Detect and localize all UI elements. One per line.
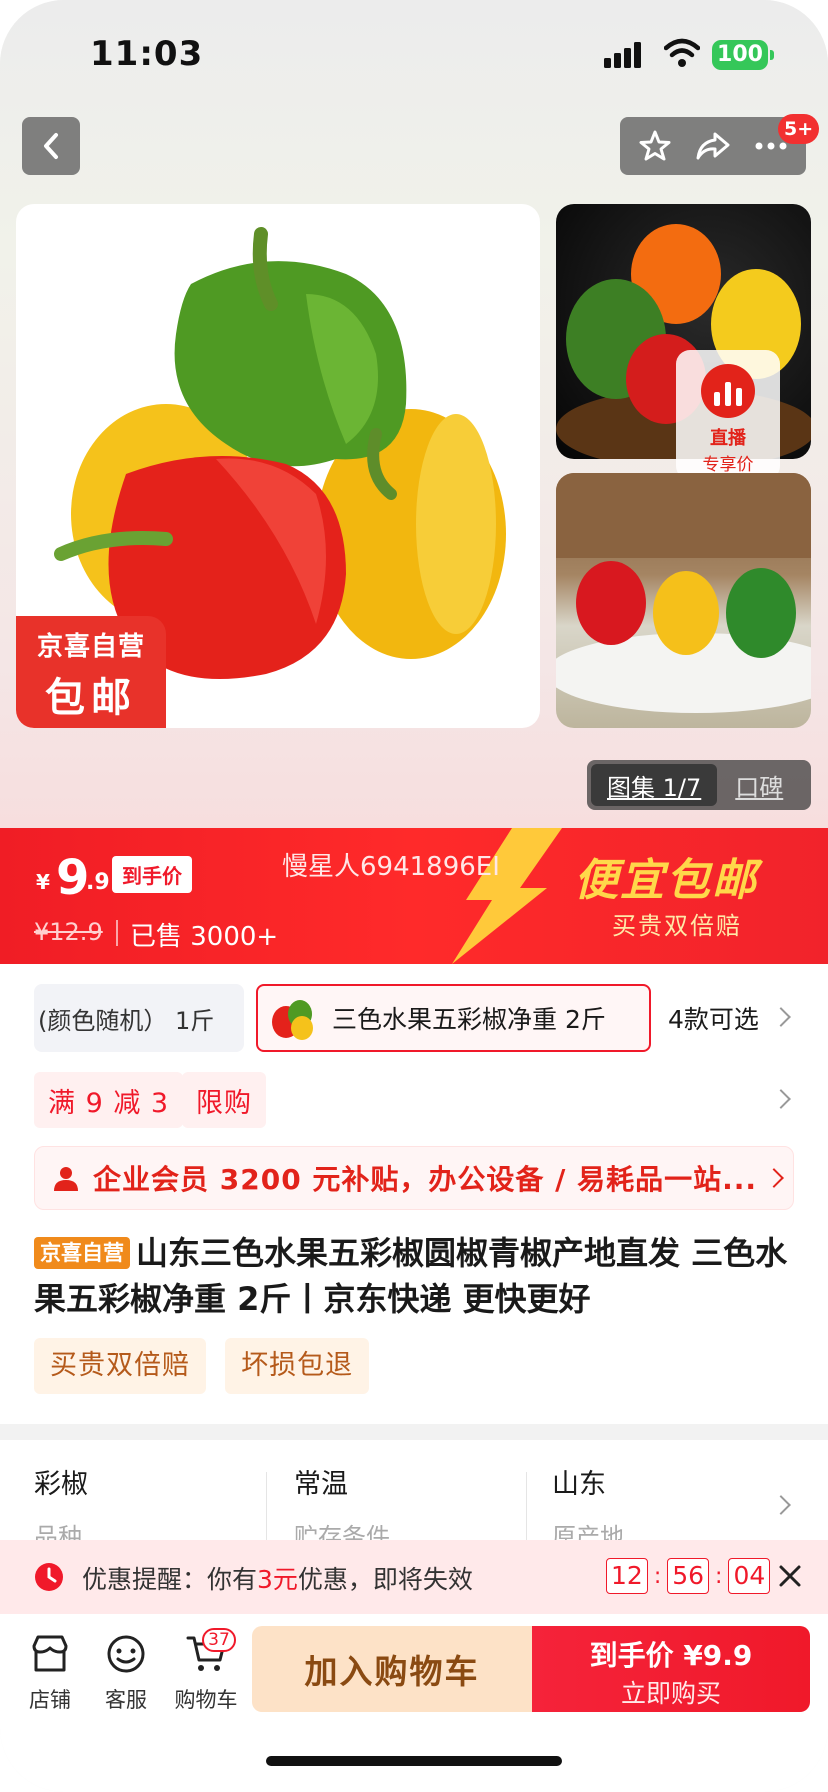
attribute-divider: [526, 1472, 527, 1542]
attribute-storage: 常温 贮存条件: [294, 1462, 390, 1552]
service-tag-damage-return[interactable]: 坏损包退: [225, 1338, 370, 1394]
nav-cart-label: 购物车: [174, 1688, 238, 1712]
enterprise-member-banner[interactable]: 企业会员 3200 元补贴，办公设备 / 易耗品一站...: [34, 1146, 794, 1210]
product-info-card: (颜色随机） 1斤 三色水果五彩椒净重 2斤 4款可选 满 9 减 3 限购 企…: [0, 964, 828, 1424]
coupon-row[interactable]: 满 9 减 3 限购: [0, 1072, 828, 1130]
thumbnail-peppers-plate: [556, 473, 811, 713]
price-decimal: .9: [86, 870, 110, 895]
status-time: 11:03: [90, 34, 204, 74]
attribute-value: 常温: [294, 1469, 348, 1500]
live-icon: [701, 364, 755, 418]
jx-badge-line2: 包邮: [45, 675, 137, 721]
reminder-text: 优惠提醒：你有3元优惠，即将失效: [82, 1560, 473, 1596]
original-price: ¥12.9: [34, 918, 103, 946]
timer-separator: :: [715, 1563, 723, 1589]
price-banner: ¥ 9 .9 到手价 ¥12.9 已售 3000+ 慢星人6941896EI 便…: [0, 828, 828, 964]
product-gallery: 11:03 100 5+ 京喜自营 包邮 直播 专享价 图集 1/7 口碑: [0, 0, 828, 828]
jx-badge-line1: 京喜自营: [36, 632, 145, 662]
coupon-limited[interactable]: 限购: [182, 1072, 266, 1128]
spec-more-options[interactable]: 4款可选: [668, 1000, 759, 1036]
battery-indicator: 100: [712, 40, 774, 70]
promo-title: 便宜包邮: [574, 855, 758, 906]
discount-reminder-bar[interactable]: 优惠提醒：你有3元优惠，即将失效 12 : 56 : 04: [0, 1540, 828, 1614]
product-title-text: 山东三色水果五彩椒圆椒青椒产地直发 三色水果五彩椒净重 2斤丨京东快递 更快更好: [34, 1234, 788, 1318]
reminder-prefix: 优惠提醒：你有: [82, 1565, 258, 1594]
timer-hours: 12: [606, 1558, 648, 1594]
gallery-thumbnail-2[interactable]: [556, 473, 811, 728]
chevron-right-icon: [771, 1007, 791, 1027]
attribute-value: 山东: [552, 1469, 606, 1500]
member-banner-text: 企业会员 3200 元补贴，办公设备 / 易耗品一站...: [93, 1163, 758, 1196]
back-button[interactable]: [22, 117, 80, 175]
share-icon[interactable]: [695, 129, 731, 163]
nav-store[interactable]: 店铺: [12, 1632, 88, 1714]
store-icon: [32, 1635, 68, 1672]
product-title: 京喜自营 山东三色水果五彩椒圆椒青椒产地直发 三色水果五彩椒净重 2斤丨京东快递 …: [34, 1230, 796, 1322]
coupon-full-reduction[interactable]: 满 9 减 3: [34, 1072, 184, 1128]
timer-seconds: 04: [728, 1558, 771, 1594]
nav-customer-service[interactable]: 客服: [88, 1632, 164, 1714]
chevron-right-icon: [764, 1168, 784, 1188]
attribute-variety: 彩椒 品种: [34, 1462, 88, 1552]
countdown-timer: 12 : 56 : 04: [606, 1558, 771, 1594]
attribute-origin: 山东 原产地: [552, 1462, 624, 1552]
spec-option-1[interactable]: (颜色随机） 1斤: [34, 984, 244, 1052]
to-hand-price-label: 到手价: [112, 856, 192, 893]
spec-option-2-selected[interactable]: 三色水果五彩椒净重 2斤: [256, 984, 651, 1052]
live-price-label: 专享价: [702, 455, 754, 475]
person-icon: [54, 1167, 78, 1191]
price-integer: 9: [56, 850, 90, 906]
timer-separator: :: [653, 1563, 662, 1589]
customer-service-icon: [107, 1635, 145, 1673]
reminder-amount: 3元: [257, 1565, 298, 1594]
chevron-right-icon: [771, 1495, 791, 1515]
message-count-badge: 5+: [778, 114, 820, 144]
tab-gallery[interactable]: 图集 1/7: [591, 764, 718, 806]
live-exclusive-price-button[interactable]: 直播 专享价: [676, 350, 780, 480]
price-divider: [116, 920, 118, 946]
chevron-right-icon: [771, 1089, 791, 1109]
more-icon[interactable]: [754, 140, 788, 152]
wifi-icon: [664, 38, 700, 67]
chevron-left-icon: [44, 133, 58, 159]
tab-reviews[interactable]: 口碑: [717, 768, 801, 803]
attribute-value: 彩椒: [34, 1469, 88, 1500]
phone-screen: 11:03 100 5+ 京喜自营 包邮 直播 专享价 图集 1/7 口碑 ¥ …: [0, 0, 828, 1792]
gallery-tabs: 图集 1/7 口碑: [587, 760, 811, 810]
spec-thumbnail: [272, 1000, 313, 1040]
service-tags: 买贵双倍赔 坏损包退: [34, 1338, 383, 1394]
cellular-signal-icon: [604, 42, 641, 68]
timer-minutes: 56: [667, 1558, 710, 1594]
product-attributes[interactable]: 彩椒 品种 常温 贮存条件 山东 原产地: [0, 1440, 828, 1551]
price-currency: ¥: [36, 870, 50, 894]
clock-icon: [35, 1563, 63, 1591]
nav-store-label: 店铺: [29, 1688, 71, 1712]
live-label: 直播: [710, 428, 746, 449]
cart-count-badge: 37: [202, 1628, 236, 1652]
jx-tag: 京喜自营: [34, 1237, 130, 1269]
buy-now-button[interactable]: 到手价 ¥9.9 立即购买: [532, 1626, 810, 1712]
close-icon[interactable]: [776, 1562, 804, 1590]
nav-service-label: 客服: [105, 1688, 147, 1712]
service-tag-price-protect[interactable]: 买贵双倍赔: [34, 1338, 206, 1394]
favorite-star-icon[interactable]: [638, 129, 672, 163]
attribute-divider: [266, 1472, 267, 1542]
buy-now-label: 立即购买: [620, 1679, 721, 1708]
spec-option-2-label: 三色水果五彩椒净重 2斤: [332, 1005, 606, 1034]
reminder-suffix: 优惠，即将失效: [297, 1565, 473, 1594]
spec-selector: (颜色随机） 1斤 三色水果五彩椒净重 2斤 4款可选: [0, 980, 828, 1052]
promo-subtitle: 买贵双倍赔: [612, 912, 742, 940]
add-to-cart-button[interactable]: 加入购物车: [252, 1626, 532, 1712]
section-divider: [0, 1424, 828, 1440]
nav-cart[interactable]: 购物车 37: [164, 1628, 248, 1714]
home-indicator[interactable]: [266, 1756, 562, 1766]
buy-now-price: 到手价 ¥9.9: [589, 1639, 753, 1672]
jx-self-operated-badge: 京喜自营 包邮: [16, 616, 166, 728]
sold-count: 已售 3000+: [130, 922, 279, 952]
user-watermark: 慢星人6941896EI: [282, 852, 500, 882]
